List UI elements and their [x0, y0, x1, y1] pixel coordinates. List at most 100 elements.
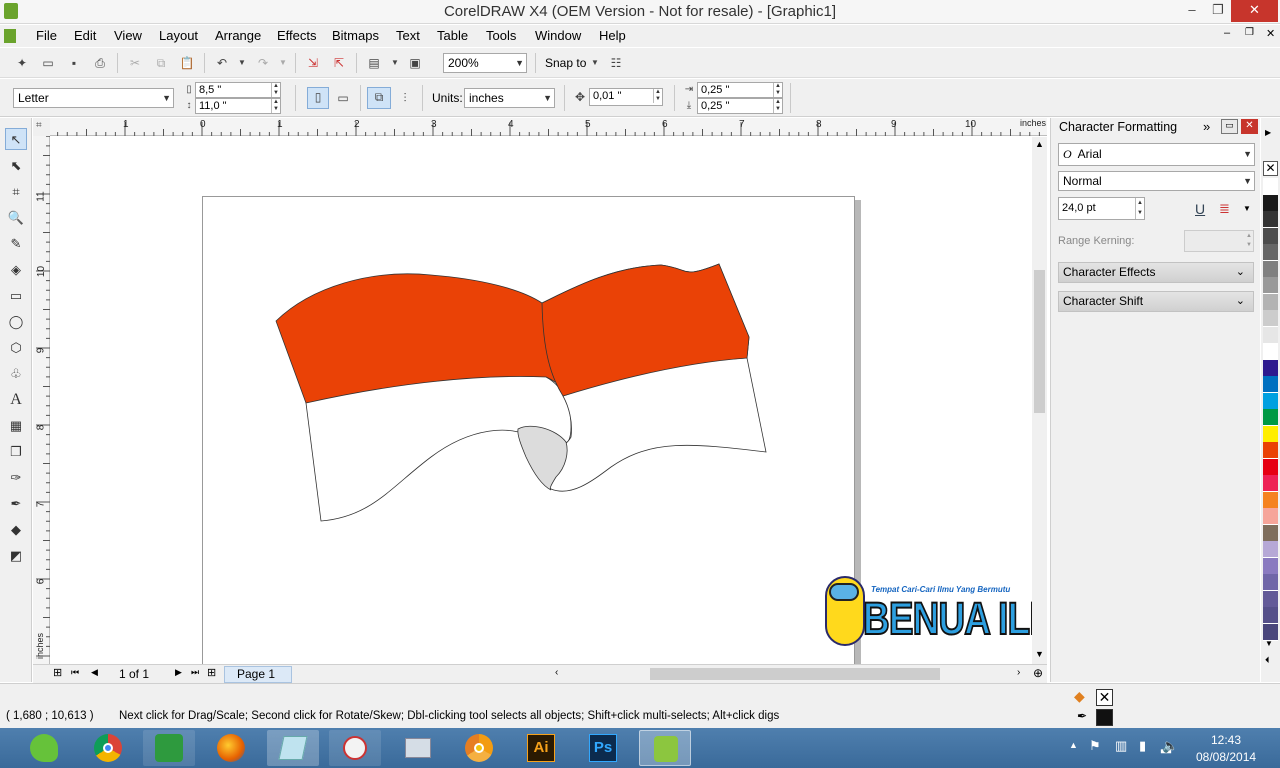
rectangle-tool-icon[interactable]: ▭ [5, 285, 27, 307]
scroll-thumb[interactable] [1034, 270, 1045, 413]
page-tab[interactable]: Page 1 [224, 666, 292, 683]
menu-bitmaps[interactable]: Bitmaps [332, 28, 379, 43]
palette-swatch[interactable] [1263, 277, 1278, 294]
font-style-select[interactable]: Normal ▼ [1058, 171, 1255, 191]
import-icon[interactable]: ⇲ [304, 54, 322, 72]
menu-file[interactable]: File [36, 28, 57, 43]
docker-minimize-icon[interactable]: ▭ [1221, 119, 1238, 134]
menu-edit[interactable]: Edit [74, 28, 96, 43]
network-icon[interactable]: ▥ [1115, 738, 1127, 754]
spinner-icon[interactable]: ▲ ▼ [271, 83, 280, 97]
duplicate-y-input[interactable]: 0,25 " ▲ ▼ [697, 98, 783, 114]
chrome-canary-icon[interactable] [453, 730, 505, 766]
scroll-down-icon[interactable]: ▼ [1035, 649, 1044, 659]
first-page-icon[interactable]: ⏮ [71, 667, 79, 678]
horizontal-scrollbar[interactable]: ‹ › [551, 665, 1031, 683]
text-tool-icon[interactable]: A [5, 389, 27, 411]
close-button[interactable]: ✕ [1231, 0, 1278, 22]
vertical-scrollbar[interactable]: ▲ ▼ [1032, 137, 1047, 664]
paper-width-input[interactable]: 8,5 " ▲ ▼ [195, 82, 281, 98]
welcome-screen-icon[interactable]: ▣ [406, 54, 424, 72]
palette-swatch[interactable] [1263, 508, 1278, 525]
copy-icon[interactable]: ⧉ [152, 54, 170, 72]
palette-swatch[interactable] [1263, 376, 1278, 393]
pick-tool-icon[interactable]: ↖ [5, 128, 27, 150]
menu-table[interactable]: Table [437, 28, 468, 43]
open-icon[interactable]: ▭ [39, 54, 57, 72]
paper-size-select[interactable]: Letter ▼ [13, 88, 174, 108]
palette-swatch[interactable] [1263, 178, 1278, 195]
crop-tool-icon[interactable]: ⌗ [5, 181, 27, 203]
palette-swatch[interactable] [1263, 524, 1278, 542]
units-select[interactable]: inches ▼ [464, 88, 555, 108]
ruler-origin-icon[interactable]: ⌗ [33, 118, 50, 136]
vertical-ruler[interactable]: 11 10 9 8 7 6 inches [33, 136, 50, 664]
landscape-icon[interactable]: ▭ [334, 89, 352, 107]
volume-icon[interactable]: 🔈 [1162, 738, 1178, 754]
nudge-input[interactable]: 0,01 " ▲ ▼ [589, 88, 663, 106]
menu-text[interactable]: Text [396, 28, 420, 43]
palette-swatch[interactable] [1263, 623, 1278, 641]
undo-icon[interactable]: ↶ [213, 54, 231, 72]
palette-swatch[interactable] [1263, 293, 1278, 311]
character-effects-rollup[interactable]: Character Effects ⌄ [1058, 262, 1254, 283]
options-icon[interactable]: ☷ [607, 54, 625, 72]
palette-swatch[interactable] [1263, 260, 1278, 278]
scroll-thumb[interactable] [650, 668, 940, 680]
add-page-after-icon[interactable]: ⊞ [207, 666, 216, 679]
menu-layout[interactable]: Layout [159, 28, 198, 43]
interactive-blend-tool-icon[interactable]: ❐ [5, 441, 27, 463]
palette-swatch[interactable] [1263, 359, 1278, 377]
palette-scroll-down-icon[interactable]: ▼ [1265, 639, 1273, 648]
save-icon[interactable]: ▪ [65, 54, 83, 72]
palette-scroll-up-icon[interactable]: ▶ [1265, 128, 1271, 137]
spinner-icon[interactable]: ▲ ▼ [773, 83, 782, 97]
table-tool-icon[interactable]: ▦ [5, 415, 27, 437]
document-icon[interactable] [4, 29, 16, 43]
cut-icon[interactable]: ✂ [126, 54, 144, 72]
add-page-before-icon[interactable]: ⊞ [53, 666, 62, 679]
palette-swatch[interactable] [1263, 343, 1278, 360]
palette-swatch[interactable] [1263, 557, 1278, 575]
outline-color-swatch[interactable] [1096, 709, 1113, 726]
duplicate-x-input[interactable]: 0,25 " ▲ ▼ [697, 82, 783, 98]
outline-tool-icon[interactable]: ✒ [5, 493, 27, 515]
no-fill-swatch[interactable]: ✕ [1263, 161, 1278, 176]
undo-dropdown-icon[interactable]: ▼ [233, 54, 251, 72]
palette-swatch[interactable] [1263, 458, 1278, 476]
palette-swatch[interactable] [1263, 310, 1278, 327]
battery-icon[interactable]: ▮ [1139, 738, 1146, 754]
menu-help[interactable]: Help [599, 28, 626, 43]
next-page-icon[interactable]: ▶ [175, 667, 182, 678]
paper-height-input[interactable]: 11,0 " ▲ ▼ [195, 98, 281, 114]
palette-swatch[interactable] [1263, 409, 1278, 426]
launcher-dropdown-icon[interactable]: ▼ [386, 54, 404, 72]
redo-icon[interactable]: ↷ [254, 54, 272, 72]
portrait-icon[interactable]: ▯ [307, 87, 329, 109]
menu-effects[interactable]: Effects [277, 28, 317, 43]
show-hidden-icons-icon[interactable]: ▲ [1069, 740, 1078, 750]
palette-swatch[interactable] [1263, 211, 1278, 228]
more-dropdown-icon[interactable]: ▼ [1243, 204, 1251, 213]
docker-close-icon[interactable]: ✕ [1241, 119, 1258, 134]
font-select[interactable]: O Arial ▼ [1058, 143, 1255, 166]
last-page-icon[interactable]: ⏭ [191, 667, 199, 678]
palette-swatch[interactable] [1263, 194, 1278, 212]
chrome-icon[interactable] [82, 730, 134, 766]
menu-window[interactable]: Window [535, 28, 581, 43]
font-size-input[interactable]: 24,0 pt ▲ ▼ [1058, 197, 1145, 220]
photoshop-icon[interactable]: Ps [577, 730, 629, 766]
palette-swatch[interactable] [1263, 607, 1278, 624]
palette-swatch[interactable] [1263, 442, 1278, 459]
doc-restore-icon[interactable]: ❐ [1245, 27, 1254, 38]
palette-swatch[interactable] [1263, 326, 1278, 344]
eyedropper-tool-icon[interactable]: ✑ [5, 467, 27, 489]
zoom-level-select[interactable]: 200% ▼ [443, 53, 527, 73]
paste-icon[interactable]: 📋 [178, 54, 196, 72]
paint-icon[interactable] [329, 730, 381, 766]
clover-icon[interactable] [18, 730, 70, 766]
palette-flyout-icon[interactable]: ⏴ [1265, 655, 1270, 666]
ellipse-tool-icon[interactable]: ◯ [5, 311, 27, 333]
navigator-zoom-icon[interactable]: ⊕ [1033, 666, 1043, 680]
current-page-icon[interactable]: ⫶ [396, 89, 414, 107]
